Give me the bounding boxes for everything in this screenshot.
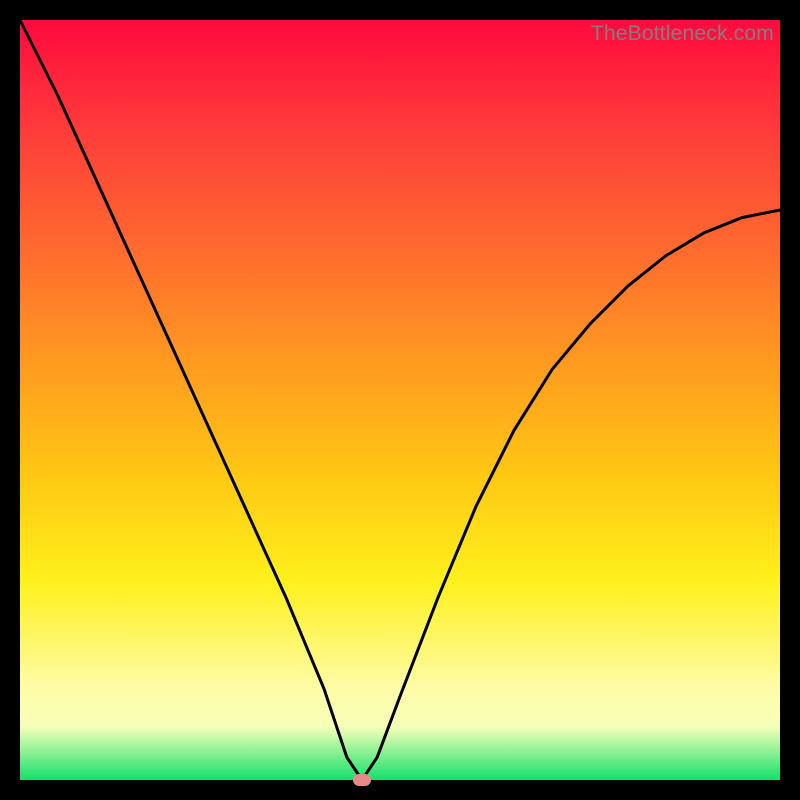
chart-frame: TheBottleneck.com (20, 20, 780, 780)
bottleneck-curve (20, 20, 780, 780)
curve-path (20, 20, 780, 780)
